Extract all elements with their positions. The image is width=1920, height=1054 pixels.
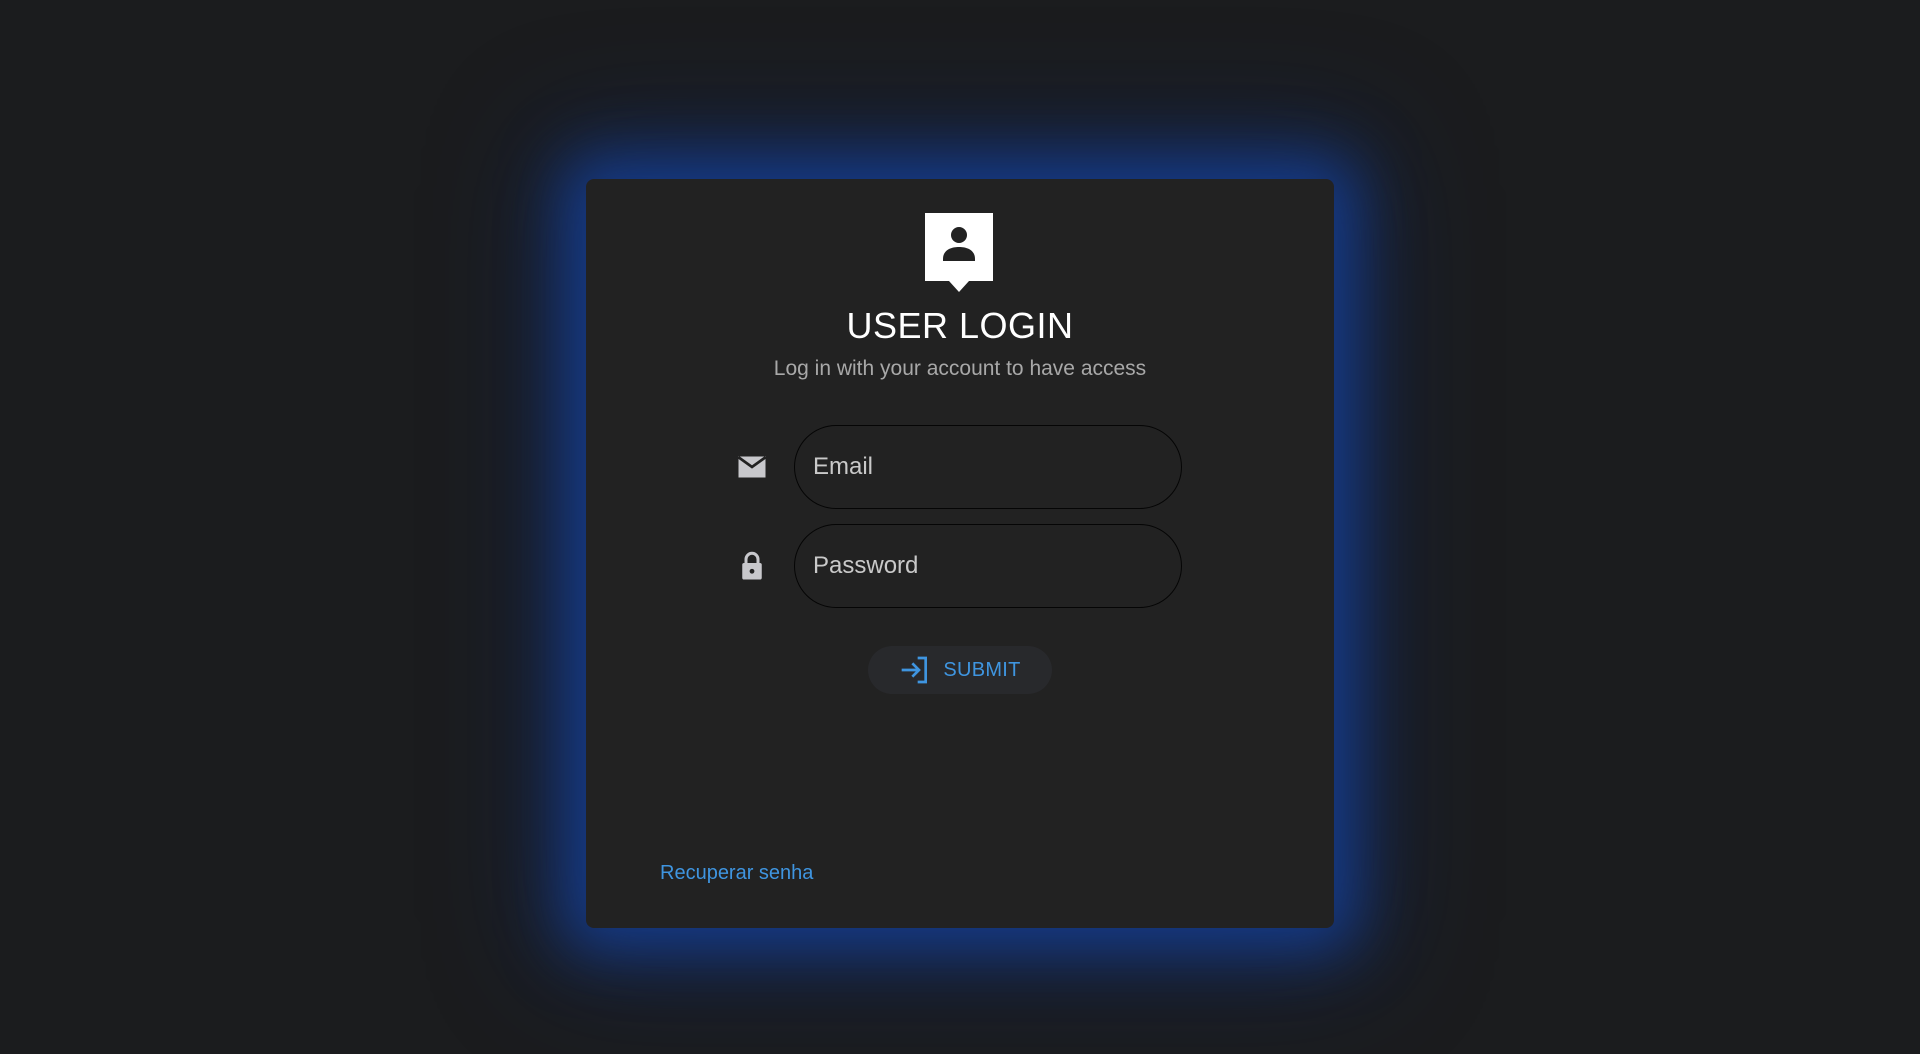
- email-field[interactable]: [794, 425, 1182, 509]
- person-icon: [943, 227, 975, 261]
- password-field[interactable]: [794, 524, 1182, 608]
- login-subtitle: Log in with your account to have access: [773, 357, 1147, 380]
- page-background: USER LOGIN Log in with your account to h…: [0, 0, 1920, 1054]
- login-title: USER LOGIN: [846, 305, 1074, 346]
- mail-icon: [737, 456, 767, 478]
- password-row: [734, 524, 1184, 608]
- submit-label: SUBMIT: [943, 658, 1021, 681]
- recover-password-link[interactable]: Recuperar senha: [660, 862, 813, 885]
- lock-icon: [742, 551, 762, 580]
- login-card: USER LOGIN Log in with your account to h…: [586, 179, 1334, 928]
- email-row: [734, 425, 1184, 509]
- submit-button[interactable]: SUBMIT: [868, 646, 1052, 694]
- login-arrow-icon: [901, 656, 928, 684]
- user-avatar-badge: [925, 213, 993, 292]
